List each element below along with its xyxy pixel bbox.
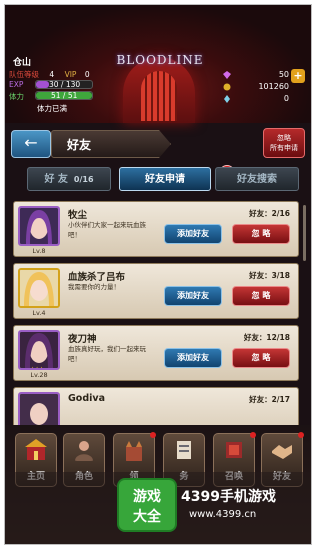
team-level-value: 4 [49, 70, 55, 79]
ignore-button[interactable]: 忽 略 [232, 286, 290, 306]
stamina-value: 51 / 51 [51, 91, 78, 100]
request-name: 血族杀了吕布 [68, 272, 126, 283]
summon-icon [226, 442, 242, 458]
game-logo: BLOODLINE [116, 53, 204, 67]
ignore-all-sublabel: 所有申请 [270, 144, 298, 152]
character-portrait-icon [20, 332, 58, 368]
watermark-logo: 游戏 大全 [119, 480, 175, 530]
request-name: 夜刀神 [68, 334, 97, 345]
gold-icon [223, 83, 231, 91]
task-icon [177, 441, 191, 459]
request-row: Lv.4 血族杀了吕布 我需要你的力量！ 好友：3/18 添加好友 忽 略 [13, 263, 299, 319]
watermark-url: www.4399.cn [189, 509, 257, 520]
stamina-label: 体力 [9, 92, 24, 101]
exp-bar-fill [36, 81, 49, 88]
exp-label: EXP [9, 80, 24, 89]
home-icon [25, 439, 47, 460]
exp-row: EXP [9, 80, 23, 89]
add-currency-button[interactable]: + [291, 69, 305, 83]
notification-dot [250, 432, 256, 438]
handshake-icon [272, 445, 292, 459]
notification-dot [150, 432, 156, 438]
character-portrait-icon [20, 208, 58, 244]
request-friend-count: 好友：2/16 [249, 209, 290, 218]
tab-friends-label: 好 友 [44, 174, 68, 185]
watermark-logo-line2: 大全 [133, 509, 161, 525]
avatar[interactable] [18, 206, 60, 246]
ignore-all-label: 忽略 [277, 134, 291, 142]
list-scrollbar[interactable] [303, 205, 306, 261]
request-message: 血族真好玩，我们一起来玩吧！ [68, 345, 146, 363]
stamina-status: 体力已满 [37, 104, 67, 113]
header: BLOODLINE 仓山 队伍等级 4 VIP 0 EXP 30 / 130 体… [5, 5, 311, 123]
vip-label: VIP [64, 70, 77, 79]
tab-friend-requests[interactable]: 好友申请 [119, 167, 211, 191]
ignore-button[interactable]: 忽 略 [232, 224, 290, 244]
diamond-icon [223, 71, 231, 79]
request-message: 我需要你的力量！ [68, 283, 120, 291]
stamina-row: 体力 [9, 91, 24, 102]
request-friend-count: 好友：3/18 [249, 271, 290, 280]
request-level: Lv.4 [32, 309, 46, 317]
add-friend-button[interactable]: 添加好友 [164, 224, 222, 244]
tab-search-label: 好友搜索 [237, 174, 277, 185]
request-name: Godiva [68, 393, 105, 404]
avatar[interactable] [18, 268, 60, 308]
tab-friends[interactable]: 好 友 0/16 [27, 167, 111, 191]
player-name: 仓山 [13, 58, 32, 68]
friends-titlebar: ← 好友 忽略 所有申请 [9, 128, 307, 162]
crystal-count: 0 [283, 94, 289, 103]
vip-value: 0 [84, 70, 90, 79]
game-screen: BLOODLINE 仓山 队伍等级 4 VIP 0 EXP 30 / 130 体… [4, 4, 312, 545]
request-friend-count: 好友：2/17 [249, 395, 290, 404]
character-icon [75, 441, 93, 461]
add-friend-button[interactable]: 添加好友 [164, 348, 222, 368]
watermark-title: 4399手机游戏 [181, 489, 276, 505]
team-level-row: 队伍等级 4 VIP 0 [9, 69, 90, 80]
back-button[interactable]: ← [11, 130, 51, 158]
ignore-button[interactable]: 忽 略 [232, 348, 290, 368]
request-name: 牧尘 [68, 210, 88, 221]
avatar[interactable]: ★★★ [18, 330, 60, 370]
page-title: 好友 [67, 138, 92, 152]
rarity-stars: ★★★ [30, 366, 44, 370]
exp-value: 30 / 130 [49, 80, 81, 89]
watermark-logo-line1: 游戏 [133, 489, 161, 505]
ignore-all-requests-button[interactable]: 忽略 所有申请 [263, 128, 305, 158]
diamond-count: 50 [278, 70, 289, 79]
friends-tabs: 好 友0/16 好友申请 4 好友搜索 [9, 165, 307, 195]
request-row: Lv.8 牧尘 小伙伴们大家一起来玩血族吧！ 好友：2/16 添加好友 忽 略 [13, 201, 299, 257]
tab-friends-count: 0/16 [73, 175, 94, 184]
gold-count: 101260 [258, 82, 289, 91]
request-row: ★★★ Lv.28 夜刀神 血族真好玩，我们一起来玩吧！ 好友：12/18 添加… [13, 325, 299, 381]
notification-dot [298, 432, 304, 438]
tab-requests-label: 好友申请 [145, 174, 185, 185]
request-level: Lv.8 [32, 247, 46, 255]
team-level-label: 队伍等级 [9, 70, 39, 79]
watermark: 游戏 大全 4399手机游戏 www.4399.cn [5, 472, 311, 544]
request-level: Lv.28 [30, 371, 48, 379]
crystal-icon [224, 95, 230, 103]
request-friend-count: 好友：12/18 [243, 333, 290, 342]
friend-request-list: Lv.8 牧尘 小伙伴们大家一起来玩血族吧！ 好友：2/16 添加好友 忽 略 … [13, 201, 301, 441]
character-portrait-icon [20, 270, 58, 306]
add-friend-button[interactable]: 添加好友 [164, 286, 222, 306]
app-root: BLOODLINE 仓山 队伍等级 4 VIP 0 EXP 30 / 130 体… [0, 0, 316, 549]
request-message: 小伙伴们大家一起来玩血族吧！ [68, 221, 146, 239]
tab-friend-search[interactable]: 好友搜索 [215, 167, 299, 191]
castle-icon [126, 441, 142, 461]
